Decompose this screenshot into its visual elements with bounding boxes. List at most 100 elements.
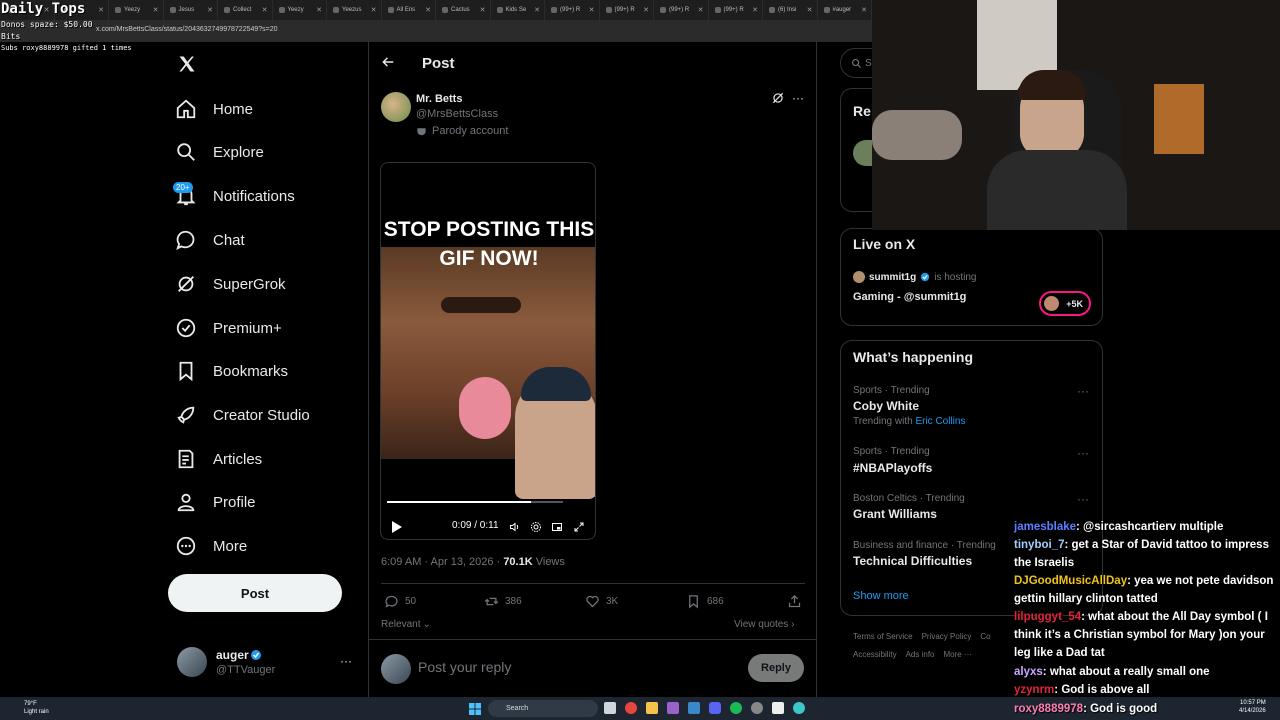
tab-close-icon[interactable]: ✕ [861,6,867,14]
footer-link[interactable]: Privacy Policy [922,632,972,641]
reply-input[interactable]: Post your reply [418,659,511,675]
app-icon[interactable] [751,702,763,714]
author-name[interactable]: Mr. Betts [416,93,462,105]
trend-more-icon[interactable]: ··· [1077,446,1089,460]
nav-notifications[interactable]: Notifications [175,181,295,211]
nav-articles[interactable]: Articles [175,444,262,474]
tab-close-icon[interactable]: ✕ [698,6,704,14]
footer-link[interactable]: Terms of Service [853,632,913,641]
reply-sort-dropdown[interactable]: Relevant ⌄ [381,619,431,630]
nav-home[interactable]: Home [175,94,253,124]
play-icon[interactable] [392,520,402,538]
browser-tab[interactable]: Yeezy ✕ [273,0,327,20]
browser-tab[interactable]: Kids Se ✕ [491,0,545,20]
volume-icon[interactable] [509,520,521,538]
windows-start-icon[interactable] [469,702,481,720]
trend-context-label: Trending with [853,416,913,427]
grok-analyze-icon[interactable] [771,91,785,110]
chrome-icon[interactable] [625,702,637,714]
url-text[interactable]: x.com/MrsBettsClass/status/2043632749978… [96,26,278,33]
back-arrow-icon[interactable] [381,55,395,74]
show-more-link[interactable]: Show more [853,590,909,602]
browser-tab[interactable]: Cactus ✕ [436,0,491,20]
nav-profile[interactable]: Profile [175,487,256,517]
task-view-icon[interactable] [604,702,616,714]
author-handle[interactable]: @MrsBettsClass [416,108,498,120]
reply-action[interactable]: 50 [384,594,416,609]
trend-more-icon[interactable]: ··· [1077,492,1089,506]
tab-close-icon[interactable]: ✕ [534,6,540,14]
repost-action[interactable]: 386 [484,594,522,609]
tab-close-icon[interactable]: ✕ [643,6,649,14]
post-button[interactable]: Post [168,574,342,612]
weather-widget[interactable]: 79°F Light rain [8,700,49,716]
spotify-icon[interactable] [730,702,742,714]
pip-icon[interactable] [551,520,563,538]
browser-tab[interactable]: (99+) R ✕ [600,0,654,20]
nav-premium[interactable]: Premium+ [175,313,282,343]
tab-close-icon[interactable]: ✕ [425,6,431,14]
tab-close-icon[interactable]: ✕ [589,6,595,14]
tab-close-icon[interactable]: ✕ [371,6,377,14]
tab-close-icon[interactable]: ✕ [752,6,758,14]
tab-close-icon[interactable]: ✕ [316,6,322,14]
browser-tab[interactable]: Collect ✕ [218,0,273,20]
trend-context-link[interactable]: Eric Collins [915,416,965,427]
account-avatar[interactable] [177,647,207,677]
live-host-row[interactable]: summit1g is hosting [853,271,976,283]
x-logo-icon[interactable] [177,54,197,79]
trend-name[interactable]: Coby White [853,399,919,413]
reply-button[interactable]: Reply [748,654,804,682]
app-icon[interactable] [667,702,679,714]
nav-supergrok[interactable]: SuperGrok [175,269,286,299]
nav-more[interactable]: More [175,531,247,561]
app-icon[interactable] [772,702,784,714]
taskbar-search[interactable]: Search [488,700,598,717]
browser-tab[interactable]: All Ens ✕ [382,0,436,20]
nav-bookmarks[interactable]: Bookmarks [175,356,288,386]
browser-tab[interactable]: (99+) R ✕ [709,0,763,20]
post-more-icon[interactable]: ··· [792,91,804,105]
trend-name[interactable]: #NBAPlayoffs [853,461,932,475]
trend-name[interactable]: Technical Difficulties [853,554,972,568]
share-icon[interactable] [787,594,802,609]
footer-link[interactable]: Ads info [906,650,935,659]
footer-link[interactable]: More ··· [943,650,971,659]
live-listeners-pill[interactable]: +5K [1039,291,1091,316]
video-progress-track[interactable] [387,501,563,503]
view-quotes-link[interactable]: View quotes › [734,619,794,630]
bookmark-action[interactable]: 686 [686,594,724,609]
browser-tab[interactable]: (99+) R ✕ [654,0,709,20]
fullscreen-icon[interactable] [573,520,585,538]
nav-creator-studio[interactable]: Creator Studio [175,400,310,430]
live-space-title[interactable]: Gaming - @summit1g [853,291,966,303]
app-icon[interactable] [688,702,700,714]
file-explorer-icon[interactable] [646,702,658,714]
trend-name[interactable]: Grant Williams [853,507,937,521]
tab-close-icon[interactable]: ✕ [98,6,104,14]
discord-icon[interactable] [709,702,721,714]
settings-icon[interactable] [530,520,542,538]
author-avatar[interactable] [381,92,411,122]
video-player[interactable]: STOP POSTING THIS GIF NOW! 0:09 / 0:11 [380,162,596,540]
like-action[interactable]: 3K [585,594,618,609]
browser-tab[interactable]: (99+) R ✕ [545,0,600,20]
nav-explore[interactable]: Explore [175,137,264,167]
browser-tab[interactable]: Yeezy ✕ [109,0,164,20]
footer-link[interactable]: Accessibility [853,650,897,659]
app-icon[interactable] [793,702,805,714]
browser-tab[interactable]: Yeezus ✕ [327,0,382,20]
footer-link[interactable]: Co [980,632,990,641]
browser-tab[interactable]: #auger ✕ [818,0,872,20]
tab-close-icon[interactable]: ✕ [153,6,159,14]
account-menu-icon[interactable]: ··· [340,654,352,668]
tab-close-icon[interactable]: ✕ [207,6,213,14]
taskbar-clock[interactable]: 10:57 PM 4/14/2026 [1239,699,1266,715]
nav-chat[interactable]: Chat [175,225,245,255]
browser-tab[interactable]: Jesus ✕ [164,0,218,20]
tab-close-icon[interactable]: ✕ [262,6,268,14]
browser-tab[interactable]: (6) Insi ✕ [763,0,818,20]
tab-close-icon[interactable]: ✕ [807,6,813,14]
tab-close-icon[interactable]: ✕ [480,6,486,14]
trend-more-icon[interactable]: ··· [1077,384,1089,398]
